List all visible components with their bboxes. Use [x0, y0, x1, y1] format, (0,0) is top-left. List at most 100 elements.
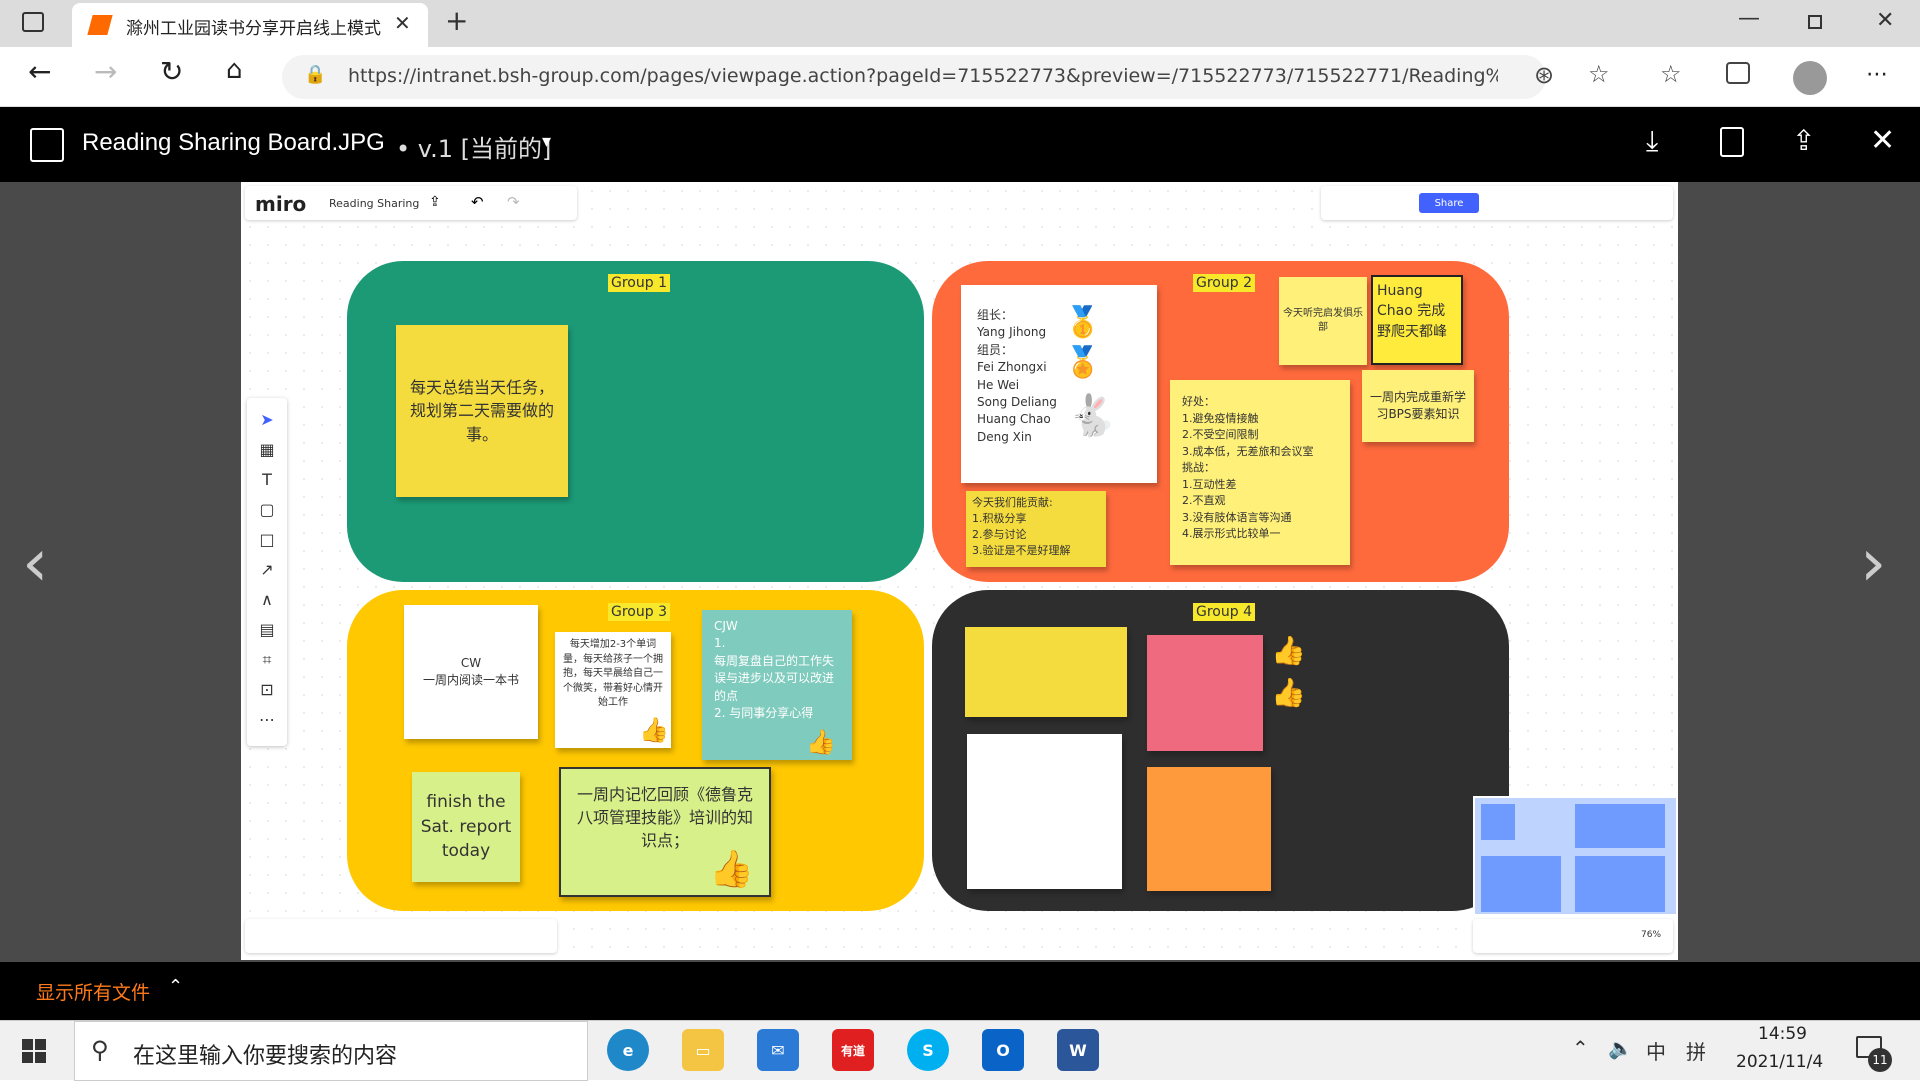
tracking-icon[interactable]: ⊛ — [1534, 61, 1554, 89]
pink-sticky — [1147, 635, 1263, 751]
text-tool-icon: T — [262, 470, 272, 489]
line-tool-icon: ↗ — [260, 560, 274, 579]
show-all-files-link[interactable]: 显示所有文件 — [36, 978, 150, 1005]
miro-logo: miro — [255, 192, 307, 216]
close-viewer-icon[interactable]: ✕ — [1870, 123, 1895, 158]
browser-tab-bar: 滁州工业园读书分享开启线上模式 ✕ + — ✕ — [0, 0, 1920, 47]
file-version[interactable]: • v.1 [当前的] — [396, 129, 551, 164]
notification-count: 11 — [1868, 1048, 1892, 1072]
contrib-text: 今天我们能贡献: 1.积极分享 2.参与讨论 3.验证是不是好理解 — [972, 496, 1071, 557]
comment-icon[interactable] — [1720, 127, 1744, 157]
browser-tab[interactable]: 滁州工业园读书分享开启线上模式 ✕ — [72, 3, 428, 47]
miro-zoom-bar: 76% — [1473, 919, 1673, 953]
search-placeholder: 在这里输入你要搜索的内容 — [133, 1044, 398, 1069]
yellow-sticky — [965, 627, 1127, 717]
favorites-icon[interactable]: ☆ — [1660, 60, 1682, 88]
gold-medal-icon: 🥇 — [1064, 305, 1102, 340]
mail-icon[interactable]: ✉ — [757, 1029, 799, 1071]
prev-image-icon[interactable]: ‹ — [22, 530, 48, 596]
home-icon[interactable]: ⌂ — [226, 55, 243, 85]
shape-tool-icon: □ — [259, 530, 275, 549]
clock-time[interactable]: 14:59 — [1758, 1024, 1807, 1044]
group-2-label: Group 2 — [1193, 274, 1255, 292]
minimap-block — [1481, 856, 1561, 912]
image-file-icon — [30, 128, 64, 162]
taskbar-search[interactable]: ⚲ 在这里输入你要搜索的内容 — [74, 1021, 588, 1081]
close-window-icon[interactable]: ✕ — [1876, 8, 1894, 33]
tray-chevron-icon[interactable]: ⌃ — [1572, 1036, 1589, 1060]
finish-note: finish the Sat. report today — [412, 772, 520, 882]
members-text: 组长： Yang Jihong 组员： Fei Zhongxi He Wei S… — [977, 308, 1057, 444]
collections-icon[interactable] — [1726, 62, 1750, 84]
miro-left-toolbar: ➤ ▦ T ▢ □ ↗ ∧ ▤ ⌗ ⊡ ⋯ — [247, 398, 287, 746]
restore-icon[interactable] — [1808, 15, 1822, 29]
huang-text: Huang Chao 完成野爬天都峰 — [1377, 283, 1447, 340]
youdao-icon[interactable]: 有道 — [832, 1029, 874, 1071]
forward-icon[interactable]: → — [94, 55, 117, 88]
skype-icon[interactable]: S — [907, 1029, 949, 1071]
white-sticky — [967, 734, 1122, 889]
more-tools-icon: ⋯ — [259, 710, 275, 729]
url-text[interactable]: https://intranet.bsh-group.com/pages/vie… — [348, 65, 1498, 87]
minimize-icon[interactable]: — — [1738, 6, 1760, 31]
chevron-down-icon[interactable]: ▾ — [542, 131, 551, 152]
word-icon[interactable]: W — [1057, 1029, 1099, 1071]
group-1-label: Group 1 — [608, 274, 670, 292]
bps-text: 一周内完成重新学习BPS要素知识 — [1369, 389, 1466, 421]
miro-share-button: Share — [1419, 193, 1479, 213]
drucker-text: 一周内记忆回顾《德鲁克八项管理技能》培训的知识点； — [576, 785, 753, 851]
minimap-block — [1575, 856, 1665, 912]
frame-tool-icon: ⌗ — [262, 650, 272, 669]
club-text: 今天听完启发俱乐部 — [1283, 307, 1363, 334]
zoom-level: 76% — [1641, 930, 1662, 940]
back-icon[interactable]: ← — [28, 55, 51, 88]
upload-tool-icon: ⊡ — [260, 680, 274, 699]
miro-top-bar: miro Reading Sharing ⇪ ↶ ↷ — [245, 186, 577, 220]
miro-right-toolbar: Share — [1321, 186, 1673, 220]
upload-icon: ⇪ — [429, 194, 441, 210]
huang-note: Huang Chao 完成野爬天都峰 — [1371, 275, 1463, 365]
members-note: 组长： Yang Jihong 组员： Fei Zhongxi He Wei S… — [961, 285, 1157, 483]
file-name: Reading Sharing Board.JPG — [82, 129, 385, 156]
lock-icon[interactable]: 🔒 — [304, 64, 326, 85]
template-tool-icon: ▦ — [259, 440, 275, 459]
download-icon[interactable]: ⤓ — [1646, 124, 1658, 158]
refresh-icon[interactable]: ↻ — [160, 55, 183, 88]
viewer-header: Reading Sharing Board.JPG • v.1 [当前的] ▾ … — [0, 107, 1920, 182]
next-image-icon[interactable]: › — [1860, 530, 1886, 596]
ime-mode-indicator[interactable]: 拼 — [1686, 1036, 1706, 1065]
pen-tool-icon: ∧ — [261, 590, 273, 609]
windows-start-icon[interactable] — [22, 1039, 46, 1063]
thumbs-up-icon: 👍 — [709, 849, 754, 890]
clock-date[interactable]: 2021/11/4 — [1736, 1052, 1823, 1072]
share-icon[interactable]: ⇪ — [1792, 124, 1815, 157]
redo-icon: ↷ — [507, 193, 520, 211]
new-tab-icon[interactable]: + — [445, 4, 468, 37]
close-tab-icon[interactable]: ✕ — [394, 11, 411, 35]
profile-avatar[interactable] — [1793, 61, 1827, 95]
tab-actions-icon[interactable] — [22, 12, 44, 32]
address-bar[interactable]: 🔒 https://intranet.bsh-group.com/pages/v… — [282, 55, 1546, 99]
ime-indicator[interactable]: 中 — [1646, 1036, 1666, 1065]
outlook-icon[interactable]: O — [982, 1029, 1024, 1071]
tab-title: 滁州工业园读书分享开启线上模式 — [126, 19, 381, 39]
silver-medal-icon: 🏅 — [1064, 345, 1102, 380]
finish-text: finish the Sat. report today — [420, 792, 512, 862]
more-icon[interactable]: ⋯ — [1866, 62, 1888, 87]
group-3-label: Group 3 — [608, 603, 670, 621]
sticky-text: 每天总结当天任务，规划第二天需要做的事。 — [409, 378, 554, 444]
comment-tool-icon: ▤ — [259, 620, 275, 639]
thumbs-up-icon: 👍 — [806, 728, 836, 756]
cw-text: CW 一周内阅读一本书 — [422, 655, 519, 687]
cursor-tool-icon: ➤ — [260, 410, 274, 429]
favorite-add-icon[interactable]: ☆ — [1588, 60, 1610, 88]
group-4-label: Group 4 — [1193, 603, 1255, 621]
edge-icon[interactable]: e — [607, 1029, 649, 1071]
sticky-tool-icon: ▢ — [259, 500, 275, 519]
cw-note: CW 一周内阅读一本书 — [404, 605, 538, 739]
thumbs-up-icon: 👍 — [1271, 634, 1306, 667]
volume-icon[interactable]: 🔈 — [1608, 1036, 1633, 1060]
chevron-up-icon[interactable]: ⌃ — [168, 976, 183, 997]
words-text: 每天增加2-3个单词量，每天给孩子一个拥抱，每天早晨给自己一个微笑，带着好心情开… — [563, 639, 663, 708]
file-explorer-icon[interactable]: ▭ — [682, 1029, 724, 1071]
